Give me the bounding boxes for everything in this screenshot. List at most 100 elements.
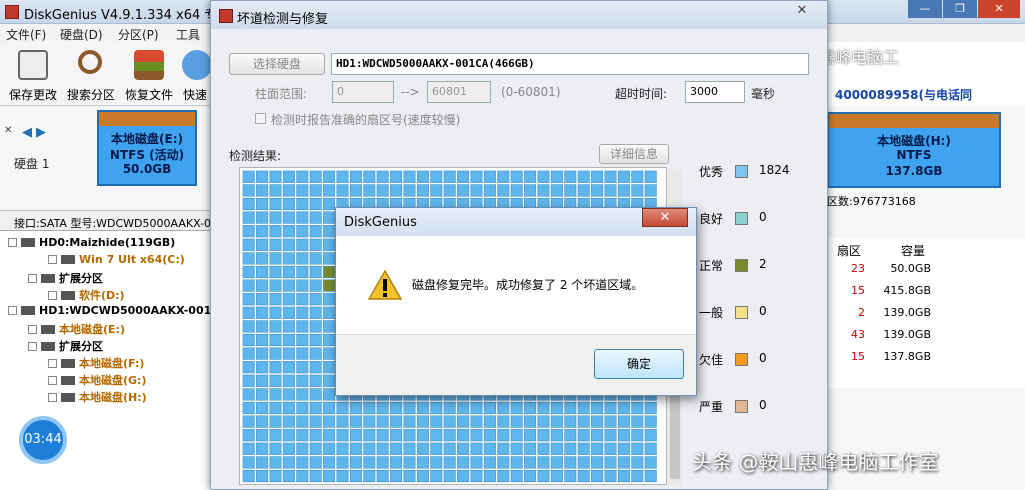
sector-cell — [604, 401, 617, 415]
sector-cell — [443, 429, 456, 442]
table-row[interactable]: 15 137.8GB — [827, 350, 1025, 370]
sector-cell — [336, 170, 349, 183]
sector-cell — [577, 469, 590, 483]
maximize-icon[interactable]: ❐ — [943, 0, 977, 18]
sector-cell — [457, 401, 470, 415]
sector-cell — [604, 415, 617, 428]
close-pane-icon[interactable]: ✕ — [4, 125, 12, 136]
partition-block-h[interactable]: 本地磁盘(H:) NTFS 137.8GB — [827, 112, 1001, 188]
sector-cell — [336, 442, 349, 455]
menu-disk[interactable]: 硬盘(D) — [60, 26, 103, 43]
accurate-sector-checkbox[interactable] — [255, 113, 266, 124]
sector-cell — [242, 320, 255, 333]
tree-node[interactable]: 软件(D:) — [48, 287, 125, 303]
sector-cell — [470, 429, 483, 442]
expand-toggle-icon[interactable] — [8, 238, 17, 247]
sector-cell — [483, 184, 496, 197]
sector-cell — [336, 456, 349, 469]
tree-node[interactable]: 扩展分区 — [28, 338, 103, 354]
expand-toggle-icon[interactable] — [8, 306, 17, 315]
table-row[interactable]: 2 139.0GB — [827, 306, 1025, 326]
dialog-close-icon[interactable]: ✕ — [787, 3, 817, 21]
ok-button[interactable]: 确定 — [594, 349, 684, 379]
expand-toggle-icon[interactable] — [48, 393, 57, 402]
search-partition-button[interactable]: 搜索分区 — [62, 46, 120, 104]
sector-cell — [577, 401, 590, 415]
expand-toggle-icon[interactable] — [48, 291, 57, 300]
cylinder-to-input[interactable]: 60801 — [427, 81, 491, 103]
quick-partition-button[interactable]: 快速 — [178, 46, 212, 104]
sector-cell — [617, 170, 630, 183]
tree-node[interactable]: 本地磁盘(F:) — [48, 355, 144, 371]
sector-cell — [470, 415, 483, 428]
sector-cell — [617, 456, 630, 469]
recover-files-button[interactable]: 恢复文件 — [120, 46, 178, 104]
tree-node[interactable]: 本地磁盘(H:) — [48, 389, 147, 405]
details-button[interactable]: 详细信息 — [599, 144, 669, 164]
menu-file[interactable]: 文件(F) — [6, 26, 46, 43]
selected-disk-field: HD1:WDCWD5000AAKX-001CA(466GB) — [331, 53, 809, 75]
expand-toggle-icon[interactable] — [48, 359, 57, 368]
sector-cell — [256, 279, 269, 292]
menu-tools[interactable]: 工具 — [176, 26, 200, 43]
expand-toggle-icon[interactable] — [28, 342, 37, 351]
expand-toggle-icon[interactable] — [28, 325, 37, 334]
minimize-icon[interactable]: — — [908, 0, 942, 18]
sector-cell — [269, 401, 282, 415]
sector-cell — [323, 184, 336, 197]
expand-toggle-icon[interactable] — [28, 274, 37, 283]
menu-partition[interactable]: 分区(P) — [118, 26, 159, 43]
sector-cell — [256, 469, 269, 483]
sector-cell — [390, 184, 403, 197]
prev-disk-icon[interactable]: ◀ — [22, 125, 32, 140]
tree-node[interactable]: HD0:Maizhide(119GB) — [8, 236, 175, 249]
select-disk-button[interactable]: 选择硬盘 — [229, 53, 325, 75]
sector-cell — [577, 415, 590, 428]
expand-toggle-icon[interactable] — [48, 376, 57, 385]
sector-cell — [242, 401, 255, 415]
sector-cell — [282, 347, 295, 360]
accurate-sector-label: 检测时报告准确的扇区号(速度较慢) — [271, 113, 461, 127]
sector-cell — [323, 279, 336, 292]
sector-cell — [631, 456, 644, 469]
cylinder-from-input[interactable]: 0 — [332, 81, 394, 103]
close-icon[interactable]: ✕ — [978, 0, 1020, 18]
sector-cell — [537, 415, 550, 428]
partition-block-e[interactable]: 本地磁盘(E:) NTFS (活动) 50.0GB — [97, 110, 197, 186]
sector-cell — [256, 320, 269, 333]
sector-cell — [242, 374, 255, 387]
tree-node[interactable]: Win 7 Ult x64(C:) — [48, 253, 185, 266]
sector-cell — [336, 469, 349, 483]
sector-cell — [537, 469, 550, 483]
tree-node[interactable]: 本地磁盘(E:) — [28, 321, 125, 337]
sector-cell — [269, 442, 282, 455]
table-row[interactable]: 43 139.0GB — [827, 328, 1025, 348]
tree-node[interactable]: 本地磁盘(G:) — [48, 372, 146, 388]
legend-swatch — [735, 259, 748, 272]
sector-cell — [282, 211, 295, 224]
timeout-input[interactable]: 3000 — [685, 81, 745, 103]
tree-node[interactable]: 扩展分区 — [28, 270, 103, 286]
expand-toggle-icon[interactable] — [48, 255, 57, 264]
tree-node[interactable]: HD1:WDCWD5000AAKX-001C — [8, 304, 219, 317]
next-disk-icon[interactable]: ▶ — [36, 125, 46, 140]
message-close-icon[interactable]: ✕ — [642, 208, 688, 227]
legend-name: 一般 — [699, 306, 724, 320]
sector-cell — [323, 225, 336, 238]
sector-cell — [497, 429, 510, 442]
sector-cell — [282, 415, 295, 428]
legend-count: 0 — [759, 398, 767, 412]
table-row[interactable]: 15 415.8GB — [827, 284, 1025, 304]
sector-cell — [323, 415, 336, 428]
sector-cell — [296, 170, 309, 183]
save-changes-button[interactable]: 保存更改 — [4, 46, 62, 104]
sector-cell — [416, 415, 429, 428]
sector-cell — [497, 401, 510, 415]
table-row[interactable]: 23 50.0GB — [827, 262, 1025, 282]
sector-cell — [550, 456, 563, 469]
sector-cell — [296, 279, 309, 292]
sector-cell — [497, 442, 510, 455]
sector-cell — [470, 469, 483, 483]
playback-timer: 03:44 — [19, 416, 67, 464]
sector-cell — [296, 401, 309, 415]
